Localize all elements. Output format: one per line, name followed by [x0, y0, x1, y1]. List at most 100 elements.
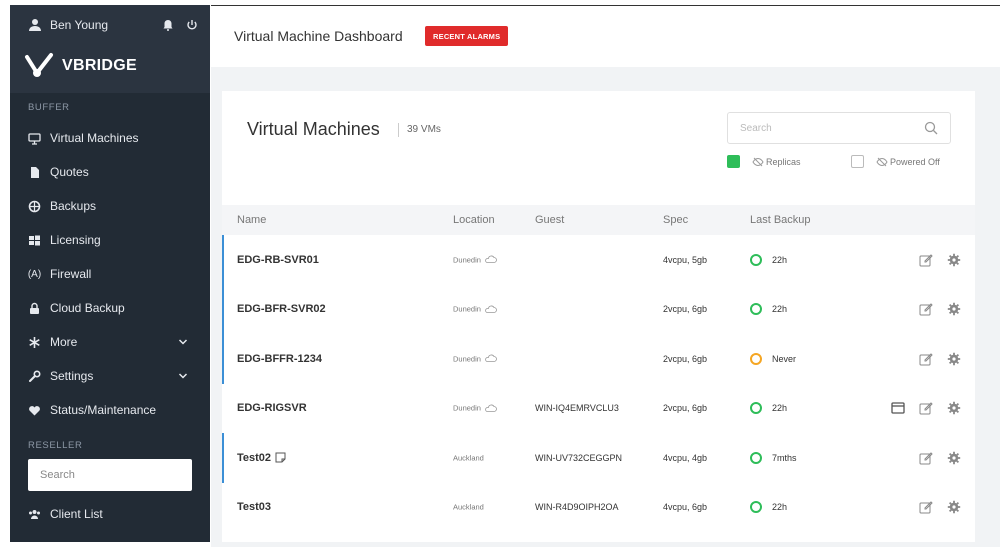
- vm-location: Dunedin: [453, 404, 497, 413]
- vm-location: Dunedin: [453, 354, 497, 363]
- edit-icon[interactable]: [919, 401, 933, 415]
- status-warning-icon: [750, 352, 762, 365]
- sidebar-item-label: Virtual Machines: [50, 131, 139, 145]
- users-icon: [29, 509, 40, 519]
- column-header-location[interactable]: Location: [453, 214, 495, 226]
- edit-icon[interactable]: [919, 253, 933, 267]
- backup-text: 22h: [772, 304, 788, 315]
- gear-icon[interactable]: [947, 451, 961, 465]
- location-text: Auckland: [453, 453, 484, 463]
- sidebar-nav: BUFFER Virtual Machines Quotes Backups L…: [10, 93, 210, 542]
- top-bar: Virtual Machine Dashboard RECENT ALARMS: [211, 5, 1000, 67]
- column-header-spec[interactable]: Spec: [663, 214, 688, 226]
- recent-alarms-button[interactable]: RECENT ALARMS: [425, 26, 509, 46]
- vm-location: Auckland: [453, 453, 484, 462]
- asterisk-icon: [29, 336, 40, 348]
- row-actions: [919, 500, 961, 514]
- gear-icon[interactable]: [947, 500, 961, 514]
- page-title: Virtual Machine Dashboard: [234, 28, 403, 44]
- vm-spec: 4vcpu, 5gb: [663, 254, 708, 265]
- vm-last-backup: 22h: [750, 501, 788, 514]
- vm-name[interactable]: Test03: [237, 501, 271, 513]
- sidebar-item-status-maintenance[interactable]: Status/Maintenance: [10, 393, 210, 427]
- sidebar: Ben Young VBRIDGE BUFFER Virtual Machine…: [10, 5, 210, 542]
- gear-icon[interactable]: [947, 253, 961, 267]
- vm-name-text: EDG-RIGSVR: [237, 402, 307, 415]
- sidebar-item-cloud-backup[interactable]: Cloud Backup: [10, 291, 210, 325]
- chevron-down-icon[interactable]: [178, 337, 188, 347]
- powered-off-checkbox[interactable]: [851, 155, 864, 168]
- gear-icon[interactable]: [947, 401, 961, 415]
- table-row[interactable]: EDG-RB-SVR01 Dunedin 4vcpu, 5gb 22h: [222, 235, 975, 285]
- vm-name-text: Test02: [237, 451, 272, 464]
- brand-logo[interactable]: VBRIDGE: [24, 51, 137, 81]
- vm-guest: WIN-R4D9OIPH2OA: [535, 502, 619, 513]
- sidebar-item-firewall[interactable]: (A) Firewall: [10, 257, 210, 291]
- eye-slash-icon: [752, 157, 764, 166]
- vm-name[interactable]: EDG-BFR-SVR02: [237, 303, 326, 315]
- sidebar-item-backups[interactable]: Backups: [10, 189, 210, 223]
- backup-text: 22h: [772, 502, 788, 513]
- sidebar-item-quotes[interactable]: Quotes: [10, 155, 210, 189]
- backup-text: 22h: [772, 403, 788, 414]
- table-row[interactable]: Test03 Auckland WIN-R4D9OIPH2OA 4vcpu, 6…: [222, 483, 975, 533]
- edit-icon[interactable]: [919, 500, 933, 514]
- vm-name[interactable]: Test02: [237, 452, 286, 464]
- location-text: Dunedin: [453, 304, 481, 314]
- sidebar-item-more[interactable]: More: [10, 325, 210, 359]
- filter-replicas[interactable]: Replicas: [727, 155, 801, 168]
- sidebar-item-licensing[interactable]: Licensing: [10, 223, 210, 257]
- sidebar-item-settings[interactable]: Settings: [10, 359, 210, 393]
- edit-icon[interactable]: [919, 302, 933, 316]
- vm-location: Dunedin: [453, 305, 497, 314]
- status-ok-icon: [750, 501, 762, 514]
- sidebar-item-client-list[interactable]: Client List: [10, 497, 210, 531]
- sidebar-search-input[interactable]: Search: [28, 459, 192, 491]
- console-icon[interactable]: [891, 401, 905, 415]
- sidebar-item-virtual-machines[interactable]: Virtual Machines: [10, 121, 210, 155]
- table-row[interactable]: EDG-RIGSVR Dunedin WIN-IQ4EMRVCLU3 2vcpu…: [222, 384, 975, 434]
- table-row[interactable]: Test02 Auckland WIN-UV732CEGGPN 4vcpu, 4…: [222, 433, 975, 483]
- column-header-name[interactable]: Name: [237, 214, 266, 226]
- table-row[interactable]: EDG-BFFR-1234 Dunedin 2vcpu, 6gb Never: [222, 334, 975, 384]
- section-label-reseller: RESELLER: [28, 439, 83, 451]
- filter-powered-off[interactable]: Powered Off: [851, 155, 940, 168]
- column-header-guest[interactable]: Guest: [535, 214, 564, 226]
- sidebar-item-label: Firewall: [50, 267, 92, 281]
- vm-name[interactable]: EDG-RIGSVR: [237, 402, 307, 414]
- user-row: Ben Young: [28, 15, 198, 35]
- vm-spec: 2vcpu, 6gb: [663, 403, 708, 414]
- monitor-icon: [28, 132, 41, 145]
- bell-icon[interactable]: [162, 19, 174, 31]
- chevron-down-icon[interactable]: [178, 371, 188, 381]
- vm-search-input[interactable]: Search: [727, 112, 951, 144]
- replicas-checkbox[interactable]: [727, 155, 740, 168]
- card-title: Virtual Machines: [247, 119, 380, 139]
- edit-icon[interactable]: [919, 352, 933, 366]
- vm-name[interactable]: EDG-BFFR-1234: [237, 353, 322, 365]
- edit-icon[interactable]: [919, 451, 933, 465]
- vm-spec: 4vcpu, 4gb: [663, 452, 708, 463]
- sidebar-item-label: Client List: [50, 507, 103, 521]
- backup-text: 22h: [772, 254, 788, 265]
- vm-card: Virtual Machines 39 VMs Search Replicas …: [222, 91, 975, 542]
- vm-spec: 2vcpu, 6gb: [663, 304, 708, 315]
- column-header-last-backup[interactable]: Last Backup: [750, 214, 811, 226]
- row-actions: [919, 352, 961, 366]
- sidebar-item-label: Status/Maintenance: [50, 403, 157, 417]
- note-icon: [275, 452, 286, 463]
- gear-icon[interactable]: [947, 302, 961, 316]
- backup-text: Never: [772, 353, 797, 364]
- search-icon[interactable]: [924, 121, 938, 135]
- cloud-icon: [485, 404, 497, 412]
- vm-name[interactable]: EDG-RB-SVR01: [237, 254, 319, 266]
- gear-icon[interactable]: [947, 352, 961, 366]
- windows-icon: [29, 235, 40, 245]
- status-ok-icon: [750, 303, 762, 316]
- backup-icon: [28, 200, 41, 212]
- table-row[interactable]: EDG-BFR-SVR02 Dunedin 2vcpu, 6gb 22h: [222, 284, 975, 335]
- filter-label: Replicas: [766, 156, 801, 167]
- location-text: Dunedin: [453, 354, 481, 364]
- power-icon[interactable]: [186, 19, 198, 31]
- location-text: Auckland: [453, 502, 484, 512]
